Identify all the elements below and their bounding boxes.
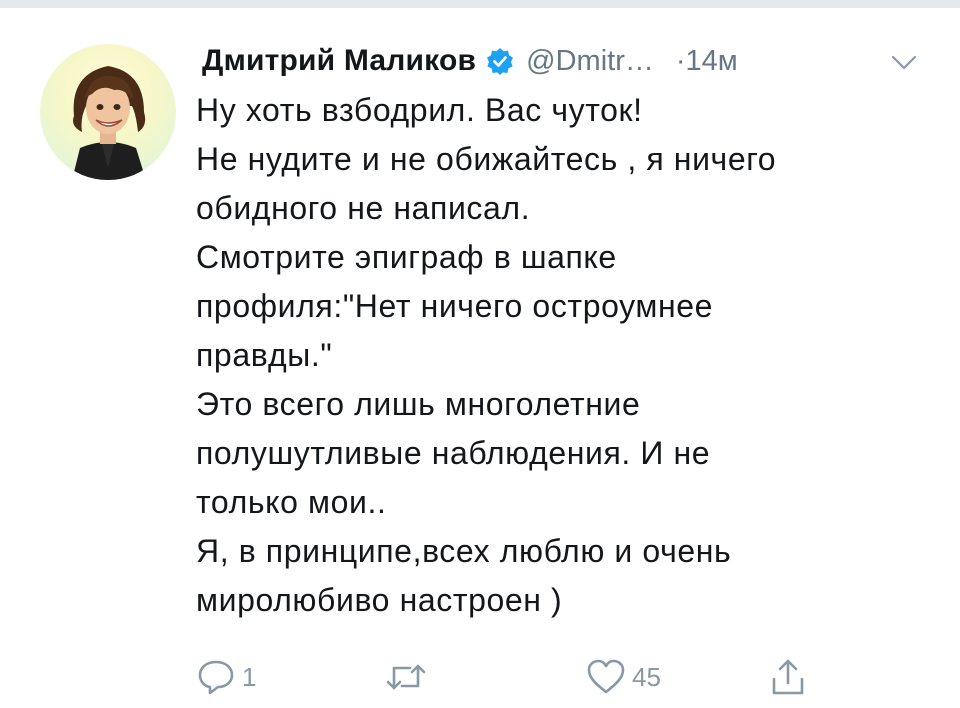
- like-button[interactable]: 45: [586, 657, 661, 697]
- share-icon: [772, 659, 804, 695]
- tweet-line: профиля:"Нет ничего остроумнее: [196, 288, 714, 324]
- share-button[interactable]: [768, 657, 808, 697]
- reply-button[interactable]: 1: [196, 657, 256, 697]
- reply-icon: [198, 660, 234, 695]
- tweet-line: миролюбиво настроен ): [196, 582, 563, 618]
- chevron-down-icon[interactable]: [890, 54, 918, 72]
- retweet-icon: [386, 664, 426, 690]
- retweet-button[interactable]: [384, 657, 434, 697]
- tweet-line: обидного не написал.: [196, 190, 531, 226]
- tweet-line: полушутливые наблюдения. И не: [196, 435, 711, 471]
- heart-icon: [587, 659, 625, 694]
- tweet-line: правды.": [196, 337, 333, 373]
- tweet-line: Это всего лишь многолетние: [196, 386, 641, 422]
- verified-badge-icon: [486, 47, 514, 75]
- tweet-card[interactable]: Дмитрий Маликов @Dmitr… ·14м Ну хоть взб…: [0, 0, 960, 708]
- author-handle[interactable]: @Dmitr…: [526, 45, 654, 78]
- tweet-line: только мои..: [196, 484, 387, 520]
- avatar[interactable]: [40, 44, 176, 180]
- tweet-line: Ну хоть взбодрил. Вас чуток!: [196, 92, 643, 128]
- author-name[interactable]: Дмитрий Маликов: [202, 44, 476, 78]
- tweet-timestamp[interactable]: ·14м: [676, 45, 738, 78]
- tweet-actions: 1 45: [196, 657, 916, 697]
- tweet-line: Я, в принципе,всех люблю и очень: [196, 533, 732, 569]
- avatar-illustration: [72, 66, 146, 180]
- tweet-header: Дмитрий Маликов @Dmitr… ·14м: [202, 40, 738, 82]
- top-divider: [0, 0, 960, 8]
- tweet-line: Не нудите и не обижайтесь , я ничего: [196, 141, 777, 177]
- reply-count: 1: [242, 661, 257, 692]
- tweet-text: Ну хоть взбодрил. Вас чуток! Не нудите и…: [196, 86, 936, 625]
- like-count: 45: [632, 661, 661, 692]
- tweet-line: Смотрите эпиграф в шапке: [196, 239, 617, 275]
